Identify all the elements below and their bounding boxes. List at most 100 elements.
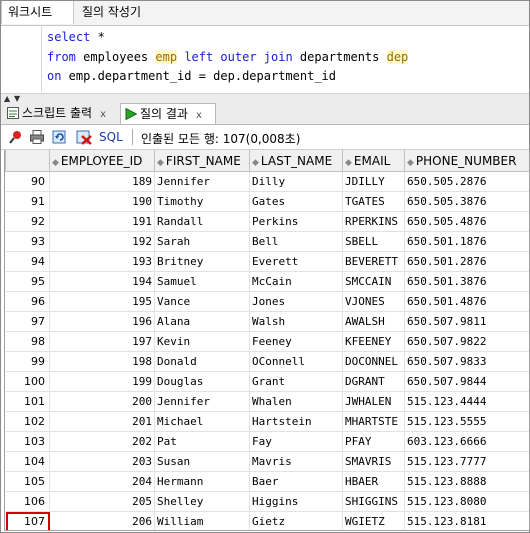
cell-phone-number[interactable]: 650.501.3876 (404, 271, 529, 292)
cell-first-name[interactable]: Hermann (154, 471, 250, 492)
table-row[interactable]: 99 198 Donald OConnell DOCONNEL 650.507.9833 (5, 351, 529, 372)
cell-employee-id[interactable]: 197 (49, 331, 155, 352)
column-header-last-name[interactable]: ◆ LAST_NAME (249, 150, 343, 172)
row-number[interactable]: 103 (5, 431, 50, 452)
cell-first-name[interactable]: Britney (154, 251, 250, 272)
cell-email[interactable]: PFAY (342, 431, 405, 452)
sort-icon[interactable]: ◆ (52, 158, 59, 168)
cell-email[interactable]: JWHALEN (342, 391, 405, 412)
tab-script-output[interactable]: 스크립트 출력 x (3, 103, 117, 124)
cell-email[interactable]: SBELL (342, 231, 405, 252)
row-number[interactable]: 104 (5, 451, 50, 472)
sort-icon[interactable]: ◆ (157, 158, 164, 168)
column-header-first-name[interactable]: ◆ FIRST_NAME (154, 150, 250, 172)
refresh-icon[interactable] (52, 129, 68, 145)
cell-email[interactable]: DGRANT (342, 371, 405, 392)
cell-first-name[interactable]: Donald (154, 351, 250, 372)
cell-first-name[interactable]: Kevin (154, 331, 250, 352)
cell-phone-number[interactable]: 603.123.6666 (404, 431, 529, 452)
row-number[interactable]: 100 (5, 371, 50, 392)
table-row[interactable]: 101 200 Jennifer Whalen JWHALEN 515.123.4444 (5, 391, 529, 412)
cell-employee-id[interactable]: 201 (49, 411, 155, 432)
cell-email[interactable]: VJONES (342, 291, 405, 312)
tab-worksheet[interactable]: 워크시트 (1, 1, 74, 24)
cell-employee-id[interactable]: 193 (49, 251, 155, 272)
cell-last-name[interactable]: Hartstein (249, 411, 343, 432)
cell-email[interactable]: BEVERETT (342, 251, 405, 272)
cell-last-name[interactable]: Gates (249, 191, 343, 212)
cell-employee-id[interactable]: 190 (49, 191, 155, 212)
cell-phone-number[interactable]: 650.507.9833 (404, 351, 529, 372)
cell-employee-id[interactable]: 199 (49, 371, 155, 392)
cell-last-name[interactable]: Jones (249, 291, 343, 312)
row-number[interactable]: 102 (5, 411, 50, 432)
row-number[interactable]: 97 (5, 311, 50, 332)
cell-first-name[interactable]: Shelley (154, 491, 250, 512)
row-number[interactable]: 93 (5, 231, 50, 252)
cell-employee-id[interactable]: 198 (49, 351, 155, 372)
cell-phone-number[interactable]: 650.507.9811 (404, 311, 529, 332)
cell-last-name[interactable]: Higgins (249, 491, 343, 512)
table-row[interactable]: 102 201 Michael Hartstein MHARTSTE 515.123.55… (5, 411, 529, 432)
cell-email[interactable]: TGATES (342, 191, 405, 212)
cell-phone-number[interactable]: 515.123.8181 (404, 511, 529, 530)
cell-last-name[interactable]: Everett (249, 251, 343, 272)
table-row[interactable]: 95 194 Samuel McCain SMCCAIN 650.501.3876 (5, 271, 529, 292)
table-row[interactable]: 103 202 Pat Fay PFAY 603.123.6666 (5, 431, 529, 452)
cell-employee-id[interactable]: 191 (49, 211, 155, 232)
table-row[interactable]: 104 203 Susan Mavris SMAVRIS 515.123.7777 (5, 451, 529, 472)
row-number[interactable]: 101 (5, 391, 50, 412)
cell-last-name[interactable]: OConnell (249, 351, 343, 372)
cell-phone-number[interactable]: 650.501.2876 (404, 251, 529, 272)
cell-first-name[interactable]: Vance (154, 291, 250, 312)
cell-phone-number[interactable]: 650.501.4876 (404, 291, 529, 312)
cell-first-name[interactable]: Alana (154, 311, 250, 332)
cell-last-name[interactable]: Fay (249, 431, 343, 452)
row-number[interactable]: 105 (5, 471, 50, 492)
cell-phone-number[interactable]: 650.507.9844 (404, 371, 529, 392)
pane-splitter[interactable]: ▲ ▼ (1, 93, 529, 103)
cell-phone-number[interactable]: 650.505.3876 (404, 191, 529, 212)
tab-query-result[interactable]: 질의 결과 x (120, 103, 216, 124)
cell-first-name[interactable]: Jennifer (154, 171, 250, 192)
cell-phone-number[interactable]: 515.123.5555 (404, 411, 529, 432)
cell-phone-number[interactable]: 515.123.8888 (404, 471, 529, 492)
table-row[interactable]: 107 206 William Gietz WGIETZ 515.123.8181 (5, 511, 529, 530)
print-icon[interactable] (29, 129, 45, 145)
cell-employee-id[interactable]: 189 (49, 171, 155, 192)
cell-last-name[interactable]: Dilly (249, 171, 343, 192)
cell-email[interactable]: WGIETZ (342, 511, 405, 530)
row-number[interactable]: 99 (5, 351, 50, 372)
cell-phone-number[interactable]: 515.123.7777 (404, 451, 529, 472)
cell-email[interactable]: SMAVRIS (342, 451, 405, 472)
cell-first-name[interactable]: William (154, 511, 250, 530)
sort-icon[interactable]: ◆ (345, 158, 352, 168)
cell-phone-number[interactable]: 650.501.1876 (404, 231, 529, 252)
cell-employee-id[interactable]: 203 (49, 451, 155, 472)
cell-last-name[interactable]: McCain (249, 271, 343, 292)
cell-employee-id[interactable]: 200 (49, 391, 155, 412)
results-grid[interactable]: ◆ EMPLOYEE_ID ◆ FIRST_NAME ◆ LAST_NAME ◆ EMA… (4, 150, 530, 531)
cell-email[interactable]: HBAER (342, 471, 405, 492)
cell-first-name[interactable]: Randall (154, 211, 250, 232)
sql-editor[interactable]: select * from employees emp left outer jo… (1, 26, 529, 92)
cell-first-name[interactable]: Sarah (154, 231, 250, 252)
cell-last-name[interactable]: Bell (249, 231, 343, 252)
table-row[interactable]: 91 190 Timothy Gates TGATES 650.505.3876 (5, 191, 529, 212)
cell-email[interactable]: JDILLY (342, 171, 405, 192)
sort-icon[interactable]: ◆ (252, 158, 259, 168)
row-number[interactable]: 91 (5, 191, 50, 212)
cell-first-name[interactable]: Jennifer (154, 391, 250, 412)
table-row[interactable]: 93 192 Sarah Bell SBELL 650.501.1876 (5, 231, 529, 252)
cell-email[interactable]: DOCONNEL (342, 351, 405, 372)
cell-phone-number[interactable]: 650.507.9822 (404, 331, 529, 352)
cell-last-name[interactable]: Whalen (249, 391, 343, 412)
cell-first-name[interactable]: Susan (154, 451, 250, 472)
cell-employee-id[interactable]: 202 (49, 431, 155, 452)
cell-email[interactable]: RPERKINS (342, 211, 405, 232)
table-row[interactable]: 100 199 Douglas Grant DGRANT 650.507.9844 (5, 371, 529, 392)
table-row[interactable]: 92 191 Randall Perkins RPERKINS 650.505.4876 (5, 211, 529, 232)
table-row[interactable]: 97 196 Alana Walsh AWALSH 650.507.9811 (5, 311, 529, 332)
cell-employee-id[interactable]: 204 (49, 471, 155, 492)
cell-last-name[interactable]: Baer (249, 471, 343, 492)
